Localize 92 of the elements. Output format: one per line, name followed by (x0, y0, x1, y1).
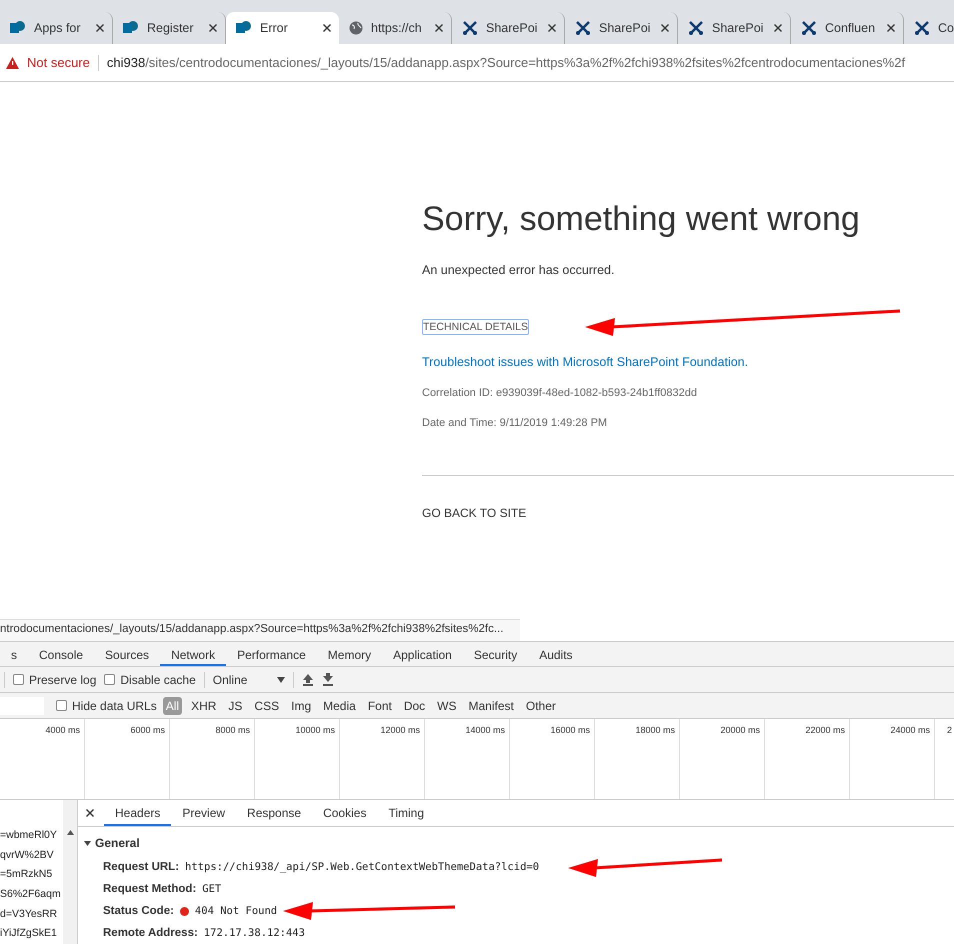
browser-tab[interactable]: Co (904, 12, 954, 44)
filter-chip[interactable]: Img (288, 696, 314, 714)
header-label: Status Code: (103, 905, 174, 918)
detail-tab[interactable]: Cookies (312, 800, 378, 826)
scroll-up-icon[interactable] (66, 830, 74, 835)
timeline-tick: 16000 ms (550, 725, 590, 735)
detail-tab[interactable]: Headers (104, 800, 172, 826)
troubleshoot-link[interactable]: Troubleshoot issues with Microsoft SharePoint Foundation. (422, 355, 954, 369)
technical-details-link[interactable]: TECHNICAL DETAILS (422, 319, 530, 335)
timeline-tick: 10000 ms (295, 725, 335, 735)
checkbox[interactable]: Disable cache (104, 672, 196, 686)
timeline-tick: 18000 ms (635, 725, 675, 735)
close-icon[interactable] (887, 24, 895, 32)
devtools-tab[interactable]: Performance (226, 642, 317, 666)
browser-tab[interactable]: Error (226, 12, 339, 44)
scrollbar[interactable] (63, 800, 77, 944)
filter-chip[interactable]: WS (434, 696, 460, 714)
security-label: Not secure (27, 55, 90, 70)
filter-chip[interactable]: Media (320, 696, 359, 714)
filter-chip[interactable]: XHR (188, 696, 220, 714)
close-icon[interactable] (774, 24, 782, 32)
sharepoint-icon (236, 20, 252, 36)
correlation-id: Correlation ID: e939039f-48ed-1082-b593-24b1ff0832dd (422, 387, 698, 399)
browser-tab[interactable]: https://ch (339, 12, 452, 44)
crossed-tools-icon (462, 20, 478, 36)
filter-chip[interactable]: CSS (251, 696, 282, 714)
close-icon[interactable] (435, 24, 443, 32)
sharepoint-icon (10, 20, 26, 36)
close-icon[interactable] (96, 24, 104, 32)
devtools-tab[interactable]: Console (28, 642, 94, 666)
caret-icon (277, 676, 286, 682)
header-label: Request URL: (103, 861, 180, 874)
devtools-tab[interactable]: s (0, 642, 28, 666)
timeline-tick: 2 (947, 725, 952, 735)
status-url: ntrodocumentaciones/_layouts/15/addanapp.aspx?Source=https%3a%2f%2fchi938%2fsites%2fc... (0, 619, 520, 641)
crossed-tools-icon (914, 20, 930, 36)
devtools-tab[interactable]: Security (462, 642, 528, 666)
browser-tab[interactable]: Apps for (0, 12, 113, 44)
browser-tab[interactable]: Confluen (791, 12, 904, 44)
crossed-tools-icon (575, 20, 591, 36)
warning-icon (6, 56, 19, 68)
devtools-tab[interactable]: Application (382, 642, 463, 666)
throttling-select[interactable]: Online (212, 672, 286, 686)
globe-icon (349, 21, 363, 35)
checkbox[interactable]: Hide data URLs (56, 698, 157, 712)
browser-tab[interactable]: SharePoi (678, 12, 791, 44)
detail-tab[interactable]: Preview (171, 800, 236, 826)
timeline-tick: 4000 ms (45, 725, 80, 735)
crossed-tools-icon (688, 20, 704, 36)
close-icon[interactable] (209, 24, 217, 32)
timeline-tick: 14000 ms (465, 725, 505, 735)
error-title: Sorry, something went wrong (422, 200, 861, 239)
filter-chip[interactable]: Font (364, 696, 395, 714)
timeline-tick: 6000 ms (130, 725, 165, 735)
url-text: chi938/sites/centrodocumentaciones/_layouts/15/addanapp.aspx?Source=https%3a%2f%2fchi938%2fsites%2fcentrodocumentaciones%2f (106, 55, 906, 70)
filter-chip[interactable]: Doc (400, 696, 428, 714)
header-value: 172.17.38.12:443 (204, 927, 305, 940)
timeline-tick: 22000 ms (805, 725, 845, 735)
close-icon[interactable] (661, 24, 669, 32)
browser-tab[interactable]: SharePoi (452, 12, 565, 44)
devtools-tab[interactable]: Memory (316, 642, 382, 666)
timeline-tick: 20000 ms (720, 725, 760, 735)
filter-chip[interactable]: Manifest (466, 696, 517, 714)
general-section-header[interactable]: General (78, 827, 954, 856)
download-icon[interactable] (322, 673, 334, 686)
header-value: https://chi938/_api/SP.Web.GetContextWebThemeData?lcid=0 (185, 861, 540, 874)
error-message: An unexpected error has occurred. (422, 263, 616, 277)
close-icon[interactable] (323, 24, 331, 32)
close-icon[interactable] (548, 24, 556, 32)
browser-tab[interactable]: SharePoi (565, 12, 678, 44)
sharepoint-icon (123, 20, 139, 36)
timeline-tick: 24000 ms (890, 725, 930, 735)
close-icon[interactable] (86, 809, 94, 818)
header-value: GET (202, 883, 222, 896)
go-back-link[interactable]: GO BACK TO SITE (422, 506, 954, 520)
checkbox[interactable]: Preserve log (13, 672, 96, 686)
date-time: Date and Time: 9/11/2019 1:49:28 PM (422, 417, 608, 429)
header-value: 404 Not Found (194, 905, 278, 918)
filter-chip[interactable]: Other (522, 696, 559, 714)
detail-tab[interactable]: Response (236, 800, 312, 826)
disclosure-triangle-icon (84, 840, 91, 847)
timeline-tick: 12000 ms (380, 725, 420, 735)
header-label: Remote Address: (103, 927, 198, 940)
devtools-tab[interactable]: Audits (528, 642, 584, 666)
upload-icon[interactable] (302, 673, 314, 686)
detail-tab[interactable]: Timing (377, 800, 436, 826)
address-bar[interactable]: Not secure chi938/sites/centrodocumentaciones/_layouts/15/addanapp.aspx?Source=https%3a%2f%2fchi938%2fsites%2fcentrodocumentaciones%2f (0, 44, 954, 82)
timeline-tick: 8000 ms (215, 725, 250, 735)
crossed-tools-icon (801, 20, 817, 36)
filter-chip[interactable]: JS (225, 696, 246, 714)
header-label: Request Method: (103, 883, 196, 896)
devtools-tab[interactable]: Sources (94, 642, 160, 666)
